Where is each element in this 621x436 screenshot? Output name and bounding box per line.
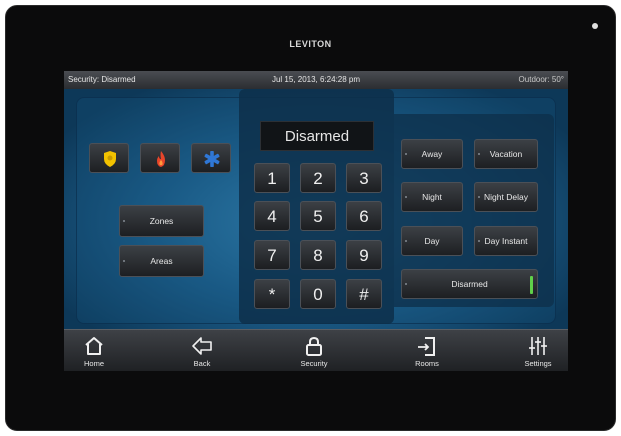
nav-back-label: Back bbox=[193, 359, 211, 368]
nav-settings-label: Settings bbox=[524, 359, 552, 368]
sliders-icon bbox=[529, 337, 547, 355]
nav-settings[interactable]: Settings bbox=[508, 330, 568, 371]
night-button[interactable]: Night bbox=[401, 182, 463, 212]
night-label: Night bbox=[422, 192, 442, 202]
zones-button[interactable]: Zones bbox=[119, 205, 204, 237]
button-dot bbox=[405, 240, 407, 242]
bottom-nav: Home Back Security Rooms Settings bbox=[64, 329, 568, 371]
key-3[interactable]: 3 bbox=[346, 163, 382, 193]
key-1[interactable]: 1 bbox=[254, 163, 290, 193]
day-label: Day bbox=[424, 236, 440, 246]
status-display: Disarmed bbox=[260, 121, 374, 151]
nav-home[interactable]: Home bbox=[64, 330, 124, 371]
button-dot bbox=[123, 260, 125, 262]
away-button[interactable]: Away bbox=[401, 139, 463, 169]
button-dot bbox=[405, 196, 407, 198]
areas-button[interactable]: Areas bbox=[119, 245, 204, 277]
active-indicator bbox=[530, 276, 533, 294]
medical-star-icon bbox=[204, 151, 220, 167]
day-button[interactable]: Day bbox=[401, 226, 463, 256]
security-panel: Zones Areas Disarmed 1 2 3 4 5 6 7 8 9 *… bbox=[64, 89, 568, 329]
lock-icon bbox=[306, 336, 322, 356]
nav-back[interactable]: Back bbox=[172, 330, 232, 371]
night-delay-button[interactable]: Night Delay bbox=[474, 182, 538, 212]
nav-home-label: Home bbox=[83, 359, 104, 368]
button-dot bbox=[478, 153, 480, 155]
button-dot bbox=[405, 153, 407, 155]
back-arrow-icon bbox=[192, 337, 212, 355]
key-6[interactable]: 6 bbox=[346, 201, 382, 231]
day-instant-button[interactable]: Day Instant bbox=[474, 226, 538, 256]
key-8[interactable]: 8 bbox=[300, 240, 336, 270]
key-2[interactable]: 2 bbox=[300, 163, 336, 193]
police-badge-icon bbox=[104, 151, 116, 167]
key-5[interactable]: 5 bbox=[300, 201, 336, 231]
day-instant-label: Day Instant bbox=[484, 236, 528, 246]
disarmed-button[interactable]: Disarmed bbox=[401, 269, 538, 299]
date-time: Jul 15, 2013, 6:24:28 pm bbox=[271, 75, 361, 84]
door-icon bbox=[418, 337, 435, 356]
button-dot bbox=[478, 196, 480, 198]
status-bar: Security: Disarmed Jul 15, 2013, 6:24:28… bbox=[64, 71, 568, 89]
medical-button[interactable] bbox=[191, 143, 231, 173]
key-0[interactable]: 0 bbox=[300, 279, 336, 309]
disarmed-label: Disarmed bbox=[451, 279, 488, 289]
night-delay-label: Night Delay bbox=[484, 192, 528, 202]
touch-screen: Security: Disarmed Jul 15, 2013, 6:24:28… bbox=[64, 71, 568, 371]
nav-security[interactable]: Security bbox=[284, 330, 344, 371]
outdoor-temp: Outdoor: 50° bbox=[518, 75, 564, 84]
camera-dot bbox=[592, 23, 598, 29]
key-hash[interactable]: # bbox=[346, 279, 382, 309]
police-button[interactable] bbox=[89, 143, 129, 173]
away-label: Away bbox=[421, 149, 443, 159]
areas-label: Areas bbox=[150, 256, 173, 266]
fire-button[interactable] bbox=[140, 143, 180, 173]
key-7[interactable]: 7 bbox=[254, 240, 290, 270]
nav-security-label: Security bbox=[300, 359, 328, 368]
fire-icon bbox=[157, 151, 165, 167]
button-dot bbox=[478, 240, 480, 242]
nav-rooms-label: Rooms bbox=[415, 359, 439, 368]
key-star[interactable]: * bbox=[254, 279, 290, 309]
key-9[interactable]: 9 bbox=[346, 240, 382, 270]
button-dot bbox=[405, 283, 407, 285]
brand-logo: LEVITON bbox=[289, 39, 332, 49]
button-dot bbox=[123, 220, 125, 222]
vacation-label: Vacation bbox=[489, 149, 523, 159]
vacation-button[interactable]: Vacation bbox=[474, 139, 538, 169]
zones-label: Zones bbox=[149, 216, 174, 226]
home-icon bbox=[85, 337, 103, 355]
nav-rooms[interactable]: Rooms bbox=[397, 330, 457, 371]
key-4[interactable]: 4 bbox=[254, 201, 290, 231]
